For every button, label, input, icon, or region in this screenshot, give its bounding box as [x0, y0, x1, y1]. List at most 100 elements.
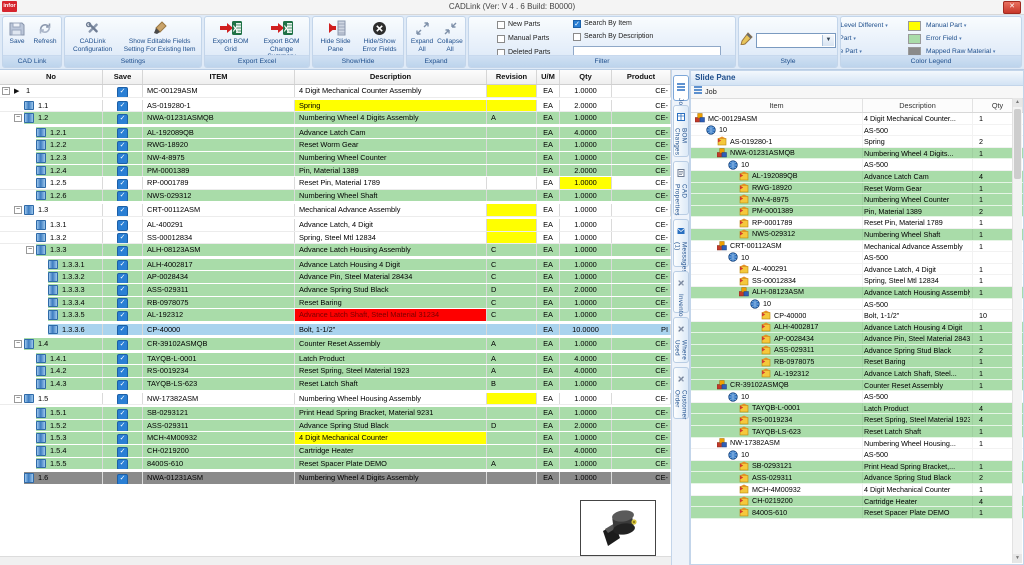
- bom-row-1.5.2[interactable]: 1.5.2✓ASS-029311Advance Spring Stud Blac…: [0, 420, 671, 433]
- legend-label-field-level-different[interactable]: Field Level Different ▾: [841, 22, 908, 29]
- pane-row-CP-40000[interactable]: CP-40000Bolt, 1-1/2"10: [691, 310, 1023, 322]
- bom-row-1.3[interactable]: −1.3✓CRT-00112ASMMechanical Advance Asse…: [0, 204, 671, 217]
- hide-show-error-fields-button[interactable]: Hide/Show Error Fields: [357, 18, 402, 54]
- save-checkbox[interactable]: ✓: [117, 459, 128, 469]
- show-editable-fields-button[interactable]: Show Editable Fields Setting For Existin…: [119, 18, 200, 54]
- pane-row-ASS-029311[interactable]: ASS-029311Advance Spring Stud Black2: [691, 345, 1023, 357]
- pane-column-description[interactable]: Description: [863, 99, 973, 112]
- pane-row-TAYQB-LS-623[interactable]: TAYQB-LS-623Reset Latch Shaft1: [691, 426, 1023, 438]
- pane-row-TAYQB-L-0001[interactable]: TAYQB-L-0001Latch Product4: [691, 403, 1023, 415]
- export-bom-change-summary-button[interactable]: X Export BOM Change Summary: [255, 18, 308, 55]
- bom-row-1.3.3.1[interactable]: 1.3.3.1✓ALH-4002817Advance Latch Housing…: [0, 259, 671, 272]
- bom-row-1.2.1[interactable]: 1.2.1✓AL-192089QBAdvance Latch CamEA4.00…: [0, 127, 671, 140]
- side-tab-inventory[interactable]: Inventory: [673, 271, 689, 313]
- bom-row-1.2.5[interactable]: 1.2.5✓RP-0001789Reset Pin, Material 1789…: [0, 177, 671, 190]
- filter-checkbox-new-parts[interactable]: New Parts: [497, 19, 550, 30]
- filter-search-input[interactable]: [573, 46, 721, 55]
- checkbox-icon[interactable]: ✓: [573, 20, 581, 28]
- save-checkbox[interactable]: ✓: [117, 206, 128, 216]
- bom-row-1.4.3[interactable]: 1.4.3✓TAYQB-LS-623Reset Latch ShaftBEA1.…: [0, 378, 671, 391]
- legend-label-new-part[interactable]: New Part ▾: [841, 35, 908, 42]
- pane-scrollbar[interactable]: ▲ ▼: [1012, 98, 1022, 563]
- column-header-um[interactable]: U/M: [537, 70, 560, 84]
- save-checkbox[interactable]: ✓: [117, 101, 128, 111]
- filter-checkbox-search-by-item[interactable]: ✓Search By Item: [573, 18, 653, 29]
- pane-row-PM-0001389[interactable]: PM-0001389Pin, Material 13892: [691, 206, 1023, 218]
- save-checkbox[interactable]: ✓: [117, 340, 128, 350]
- save-checkbox[interactable]: ✓: [117, 447, 128, 457]
- pane-row-CH-0219200[interactable]: CH-0219200Cartridge Heater4: [691, 496, 1023, 508]
- pane-row-8400S-610[interactable]: 8400S-610Reset Spacer Plate DEMO1: [691, 507, 1023, 519]
- save-checkbox[interactable]: ✓: [117, 114, 128, 124]
- scroll-down-arrow-icon[interactable]: ▼: [1013, 554, 1022, 563]
- bom-row-1.3.3.5[interactable]: 1.3.3.5✓AL-192312Advance Latch Shaft, St…: [0, 309, 671, 322]
- column-header-no[interactable]: No: [0, 70, 103, 84]
- pane-row-10[interactable]: 10AS-500: [691, 299, 1023, 311]
- pane-row-AS-019280-1[interactable]: AS-019280-1Spring2: [691, 136, 1023, 148]
- column-header-revision[interactable]: Revision: [487, 70, 537, 84]
- column-header-description[interactable]: Description: [295, 70, 487, 84]
- hide-slide-pane-button[interactable]: Hide Slide Pane: [314, 18, 357, 54]
- legend-label-mapped-raw-material[interactable]: Mapped Raw Material ▾: [926, 48, 1021, 55]
- save-checkbox[interactable]: ✓: [117, 260, 128, 270]
- save-checkbox[interactable]: ✓: [117, 325, 128, 335]
- checkbox-icon[interactable]: [497, 49, 505, 56]
- column-header-save[interactable]: Save: [103, 70, 143, 84]
- save-checkbox[interactable]: ✓: [117, 166, 128, 176]
- pane-column-item[interactable]: Item: [691, 99, 863, 112]
- collapse-all-button[interactable]: Collapse All: [436, 18, 464, 54]
- side-tab-customer-order[interactable]: Customer Order: [673, 367, 689, 419]
- bom-row-1.3.3.2[interactable]: 1.3.3.2✓AP-0028434Advance Pin, Steel Mat…: [0, 271, 671, 284]
- save-checkbox[interactable]: ✓: [117, 380, 128, 390]
- bom-row-1.3.3.3[interactable]: 1.3.3.3✓ASS-029311Advance Spring Stud Bl…: [0, 284, 671, 297]
- pane-row-ASS-029311[interactable]: ASS-029311Advance Spring Stud Black2: [691, 472, 1023, 484]
- pane-row-AP-0028434[interactable]: AP-0028434Advance Pin, Steel Material 28…: [691, 333, 1023, 345]
- legend-label-error-field[interactable]: Error Field ▾: [926, 35, 1021, 42]
- pane-row-NW-17382ASM[interactable]: NW-17382ASMNumbering Wheel Housing...1: [691, 438, 1023, 450]
- checkbox-icon[interactable]: [497, 35, 505, 43]
- pane-row-10[interactable]: 10AS-500: [691, 125, 1023, 137]
- save-checkbox[interactable]: ✓: [117, 409, 128, 419]
- side-tab-cad-properties[interactable]: CAD Properties: [673, 161, 689, 215]
- collapse-toggle-icon[interactable]: −: [14, 206, 22, 214]
- pane-row-MCH-4M00932[interactable]: MCH-4M009324 Digit Mechanical Counter1: [691, 484, 1023, 496]
- pane-row-RWG-18920[interactable]: RWG-18920Reset Worm Gear1: [691, 183, 1023, 195]
- bom-row-1.3.3[interactable]: −1.3.3✓ALH-08123ASMAdvance Latch Housing…: [0, 244, 671, 257]
- save-checkbox[interactable]: ✓: [117, 434, 128, 444]
- save-checkbox[interactable]: ✓: [117, 285, 128, 295]
- save-checkbox[interactable]: ✓: [117, 128, 128, 138]
- save-checkbox[interactable]: ✓: [117, 179, 128, 189]
- pane-row-NWS-029312[interactable]: NWS-029312Numbering Wheel Shaft1: [691, 229, 1023, 241]
- pane-row-10[interactable]: 10AS-500: [691, 391, 1023, 403]
- slide-pane-job-tab[interactable]: Job: [691, 86, 1023, 99]
- style-combo[interactable]: ▼: [756, 33, 836, 48]
- save-checkbox[interactable]: ✓: [117, 153, 128, 163]
- pane-row-AL-192312[interactable]: AL-192312Advance Latch Shaft, Steel...1: [691, 368, 1023, 380]
- close-button[interactable]: ✕: [1003, 1, 1021, 14]
- pane-row-CR-39102ASMQB[interactable]: CR-39102ASMQBCounter Reset Assembly1: [691, 380, 1023, 392]
- bom-row-1.2.3[interactable]: 1.2.3✓NW-4-8975Numbering Wheel CounterEA…: [0, 152, 671, 165]
- pane-row-RB-0978075[interactable]: RB-0978075Reset Baring1: [691, 356, 1023, 368]
- scrollbar-thumb[interactable]: [1014, 109, 1021, 179]
- filter-checkbox-manual-parts[interactable]: Manual Parts: [497, 33, 550, 44]
- save-checkbox[interactable]: ✓: [117, 367, 128, 377]
- bom-row-1.4.1[interactable]: 1.4.1✓TAYQB-L-0001Latch ProductAEA4.0000…: [0, 353, 671, 366]
- bom-row-1.1[interactable]: 1.1✓AS-019280-1SpringEA2.0000CE-: [0, 100, 671, 113]
- filter-checkbox-deleted-parts[interactable]: Deleted Parts: [497, 47, 550, 55]
- side-tab-where-used[interactable]: Where Used: [673, 317, 689, 363]
- bom-row-1.5[interactable]: −1.5✓NW-17382ASMNumbering Wheel Housing …: [0, 393, 671, 406]
- pane-row-RS-0019234[interactable]: RS-0019234Reset Spring, Steel Material 1…: [691, 414, 1023, 426]
- pane-row-ALH-08123ASM[interactable]: ALH-08123ASMAdvance Latch Housing Assemb…: [691, 287, 1023, 299]
- save-checkbox[interactable]: ✓: [117, 220, 128, 230]
- bom-row-1.3.3.4[interactable]: 1.3.3.4✓RB-0978075Reset BaringCEA1.0000C…: [0, 297, 671, 310]
- bom-row-1.6[interactable]: 1.6✓NWA-01231ASMNumbering Wheel 4 Digits…: [0, 472, 671, 485]
- pane-row-NWA-01231ASMQB[interactable]: NWA-01231ASMQBNumbering Wheel 4 Digits..…: [691, 148, 1023, 160]
- pane-row-10[interactable]: 10AS-500: [691, 252, 1023, 264]
- scroll-up-arrow-icon[interactable]: ▲: [1013, 98, 1022, 107]
- pane-row-ALH-4002817[interactable]: ALH-4002817Advance Latch Housing 4 Digit…: [691, 322, 1023, 334]
- side-tab-bom-changes[interactable]: BOM Changes: [673, 105, 689, 157]
- legend-label-manual-part[interactable]: Manual Part ▾: [926, 22, 1021, 29]
- bom-row-1.2.2[interactable]: 1.2.2✓RWG-18920Reset Worm GearEA1.0000CE…: [0, 139, 671, 152]
- pane-row-SB-0293121[interactable]: SB-0293121Print Head Spring Bracket,...1: [691, 461, 1023, 473]
- save-checkbox[interactable]: ✓: [117, 87, 128, 97]
